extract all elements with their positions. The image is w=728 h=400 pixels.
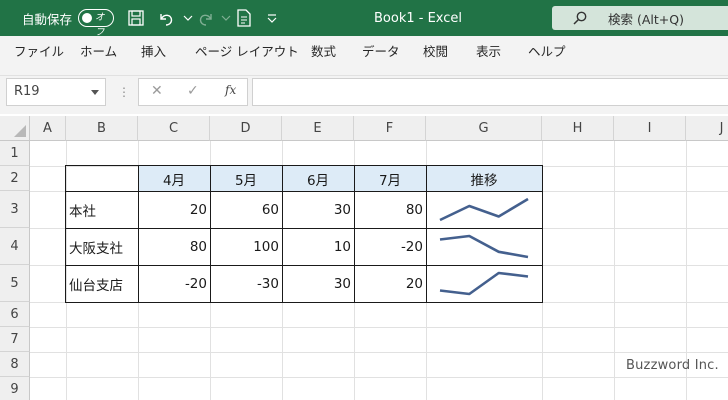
table-border: [65, 165, 543, 166]
column-header-f[interactable]: F: [354, 116, 426, 141]
undo-icon[interactable]: [156, 8, 176, 28]
column-header-b[interactable]: B: [66, 116, 138, 141]
autosave-toggle[interactable]: オフ: [78, 9, 114, 38]
redo-icon[interactable]: [196, 8, 216, 28]
column-header-d[interactable]: D: [210, 116, 282, 141]
confirm-icon[interactable]: ✓: [187, 83, 199, 99]
row-label-cell[interactable]: 本社: [66, 191, 138, 228]
spreadsheet-grid[interactable]: A B C D E F G H I J 1 2 3 4 5 6 7 8 9 4月…: [0, 116, 728, 400]
toggle-knob: [82, 12, 92, 23]
title-bar: 自動保存 オフ Book1 - Excel 検索 (Alt+Q): [0, 0, 728, 38]
row-label-cell[interactable]: 仙台支店: [66, 265, 138, 302]
header-cell-trend[interactable]: 推移: [426, 166, 542, 191]
redo-dropdown-icon[interactable]: [216, 8, 236, 28]
name-box[interactable]: R19: [6, 78, 106, 106]
table-border: [210, 165, 211, 303]
formula-bar: R19 ⋮ ✕ ✓ fx: [0, 76, 728, 114]
column-header-i[interactable]: I: [614, 116, 686, 141]
ribbon-collapsed-area: [0, 68, 728, 76]
document-title: Book1 - Excel: [374, 10, 463, 26]
more-options-icon[interactable]: ⋮: [118, 82, 130, 102]
table-border: [542, 165, 543, 303]
insert-function-icon[interactable]: fx: [225, 83, 236, 97]
tab-help[interactable]: ヘルプ: [528, 36, 566, 68]
table-border: [138, 165, 139, 303]
header-cell-may[interactable]: 5月: [210, 166, 282, 191]
select-all-icon: [14, 125, 26, 137]
sparkline-row-2: [439, 234, 529, 259]
search-box[interactable]: 検索 (Alt+Q): [552, 6, 728, 30]
row-header-3[interactable]: 3: [0, 191, 30, 228]
gridline: [30, 352, 728, 353]
watermark: Buzzword Inc.: [626, 358, 719, 373]
value-cell[interactable]: 60: [210, 191, 282, 228]
sparklines[interactable]: [426, 191, 542, 302]
row-header-6[interactable]: 6: [0, 302, 30, 327]
table-border: [65, 228, 543, 229]
row-header-2[interactable]: 2: [0, 166, 30, 191]
undo-dropdown-icon[interactable]: [178, 8, 198, 28]
row-header-5[interactable]: 5: [0, 265, 30, 302]
select-all-button[interactable]: [0, 116, 30, 141]
value-cell[interactable]: 80: [138, 228, 210, 265]
row-label-cell[interactable]: 大阪支社: [66, 228, 138, 265]
table-border: [426, 165, 427, 303]
row-header-9[interactable]: 9: [0, 377, 30, 400]
value-cell[interactable]: -30: [210, 265, 282, 302]
tab-review[interactable]: 校閲: [423, 36, 448, 68]
tab-file[interactable]: ファイル: [14, 36, 64, 68]
search-placeholder: 検索 (Alt+Q): [608, 11, 684, 27]
column-header-g[interactable]: G: [426, 116, 542, 141]
row-header-1[interactable]: 1: [0, 141, 30, 166]
row-header-8[interactable]: 8: [0, 352, 30, 377]
cancel-icon[interactable]: ✕: [151, 83, 163, 99]
gridline: [614, 141, 615, 400]
tab-insert[interactable]: 挿入: [141, 36, 166, 68]
formula-buttons: ✕ ✓ fx: [138, 78, 248, 106]
tab-view[interactable]: 表示: [476, 36, 501, 68]
column-header-j[interactable]: J: [686, 116, 728, 141]
value-cell[interactable]: 20: [138, 191, 210, 228]
row-header-4[interactable]: 4: [0, 228, 30, 265]
value-cell[interactable]: 100: [210, 228, 282, 265]
tab-data[interactable]: データ: [362, 36, 400, 68]
column-header-h[interactable]: H: [542, 116, 614, 141]
column-header-e[interactable]: E: [282, 116, 354, 141]
save-icon[interactable]: [126, 8, 146, 28]
search-icon: [573, 11, 587, 25]
value-cell[interactable]: 30: [282, 265, 354, 302]
document-icon[interactable]: [234, 8, 254, 28]
formula-input[interactable]: [252, 78, 728, 106]
value-cell[interactable]: -20: [354, 228, 426, 265]
chevron-down-icon[interactable]: [91, 90, 99, 95]
gridline: [30, 327, 728, 328]
value-cell[interactable]: 10: [282, 228, 354, 265]
sparkline-row-3: [439, 271, 529, 296]
header-cell-july[interactable]: 7月: [354, 166, 426, 191]
table-border: [65, 191, 543, 192]
name-box-value: R19: [14, 84, 40, 99]
value-cell[interactable]: 30: [282, 191, 354, 228]
table-border: [65, 265, 543, 266]
ribbon-tabs: ファイル ホーム 挿入 ページ レイアウト 数式 データ 校閲 表示 ヘルプ: [0, 36, 728, 68]
customize-toolbar-icon[interactable]: [262, 8, 282, 28]
value-cell[interactable]: -20: [138, 265, 210, 302]
autosave-label: 自動保存: [22, 11, 73, 27]
sparkline-row-1: [439, 197, 529, 222]
tab-formulas[interactable]: 数式: [311, 36, 336, 68]
header-cell-april[interactable]: 4月: [138, 166, 210, 191]
table-border: [282, 165, 283, 303]
value-cell[interactable]: 80: [354, 191, 426, 228]
gridline: [30, 377, 728, 378]
column-header-c[interactable]: C: [138, 116, 210, 141]
table-border: [354, 165, 355, 303]
tab-home[interactable]: ホーム: [80, 36, 117, 68]
table-border: [65, 165, 66, 303]
column-header-a[interactable]: A: [30, 116, 66, 141]
tab-page-layout[interactable]: ページ レイアウト: [195, 36, 299, 68]
value-cell[interactable]: 20: [354, 265, 426, 302]
row-header-7[interactable]: 7: [0, 327, 30, 352]
table-border: [65, 302, 543, 303]
header-cell-june[interactable]: 6月: [282, 166, 354, 191]
